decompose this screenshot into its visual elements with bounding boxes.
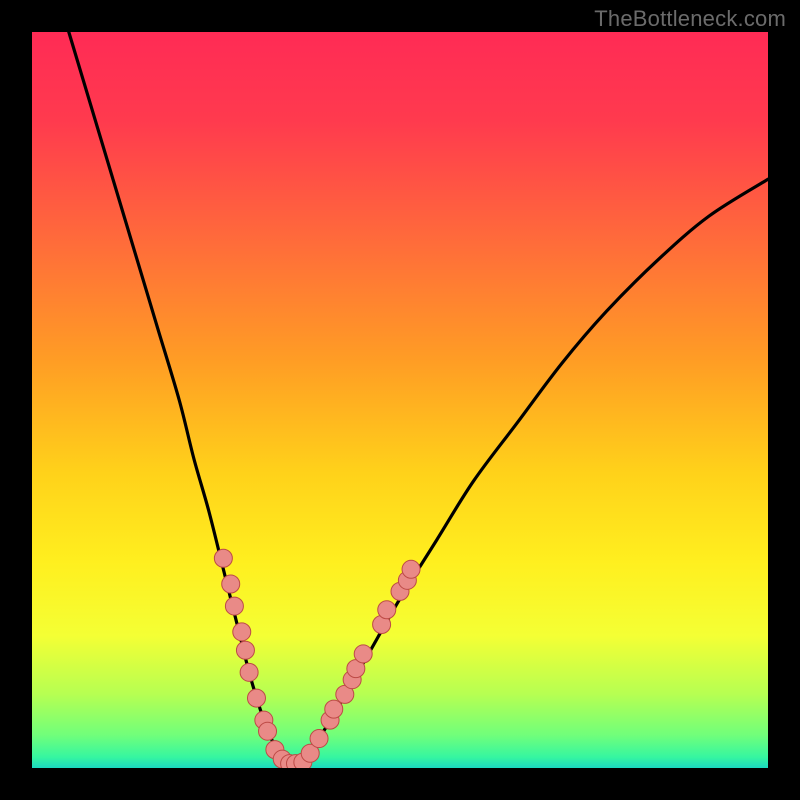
dot xyxy=(259,722,277,740)
dot xyxy=(225,597,243,615)
dot xyxy=(236,641,254,659)
dot xyxy=(325,700,343,718)
dot xyxy=(310,730,328,748)
gradient-background xyxy=(32,32,768,768)
plot-area xyxy=(32,32,768,768)
dot xyxy=(247,689,265,707)
watermark-text: TheBottleneck.com xyxy=(594,6,786,32)
chart-svg xyxy=(32,32,768,768)
dot xyxy=(222,575,240,593)
dot xyxy=(240,663,258,681)
dot xyxy=(233,623,251,641)
dot xyxy=(214,549,232,567)
dot xyxy=(402,560,420,578)
dot xyxy=(378,601,396,619)
chart-frame: TheBottleneck.com xyxy=(0,0,800,800)
dot xyxy=(354,645,372,663)
